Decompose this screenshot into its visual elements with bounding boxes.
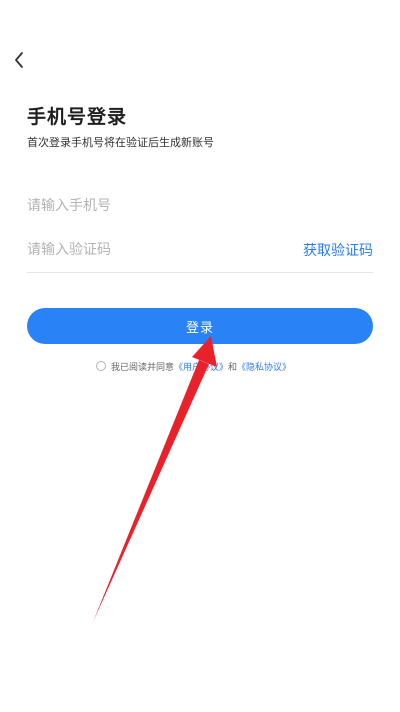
agreement-row: 我已阅读并同意 《用户协议》 和 《隐私协议》 (96, 358, 291, 374)
agree-checkbox[interactable] (96, 361, 106, 371)
page-subtitle: 首次登录手机号将在验证后生成新账号 (27, 136, 214, 149)
user-agreement-link[interactable]: 《用户协议》 (174, 360, 228, 373)
phone-input[interactable] (27, 184, 373, 228)
chevron-left-icon (15, 52, 23, 68)
verification-code-input[interactable] (27, 228, 303, 272)
privacy-policy-link[interactable]: 《隐私协议》 (237, 360, 291, 373)
get-code-button[interactable]: 获取验证码 (303, 240, 373, 260)
back-button[interactable] (6, 46, 34, 74)
phone-field (27, 184, 373, 228)
agreement-prefix: 我已阅读并同意 (111, 362, 175, 373)
login-button[interactable]: 登录 (27, 308, 373, 344)
verification-code-field: 获取验证码 (27, 228, 373, 273)
page-title: 手机号登录 (27, 106, 128, 128)
agreement-conjunction: 和 (228, 362, 238, 373)
arrow-shaft (93, 360, 209, 622)
